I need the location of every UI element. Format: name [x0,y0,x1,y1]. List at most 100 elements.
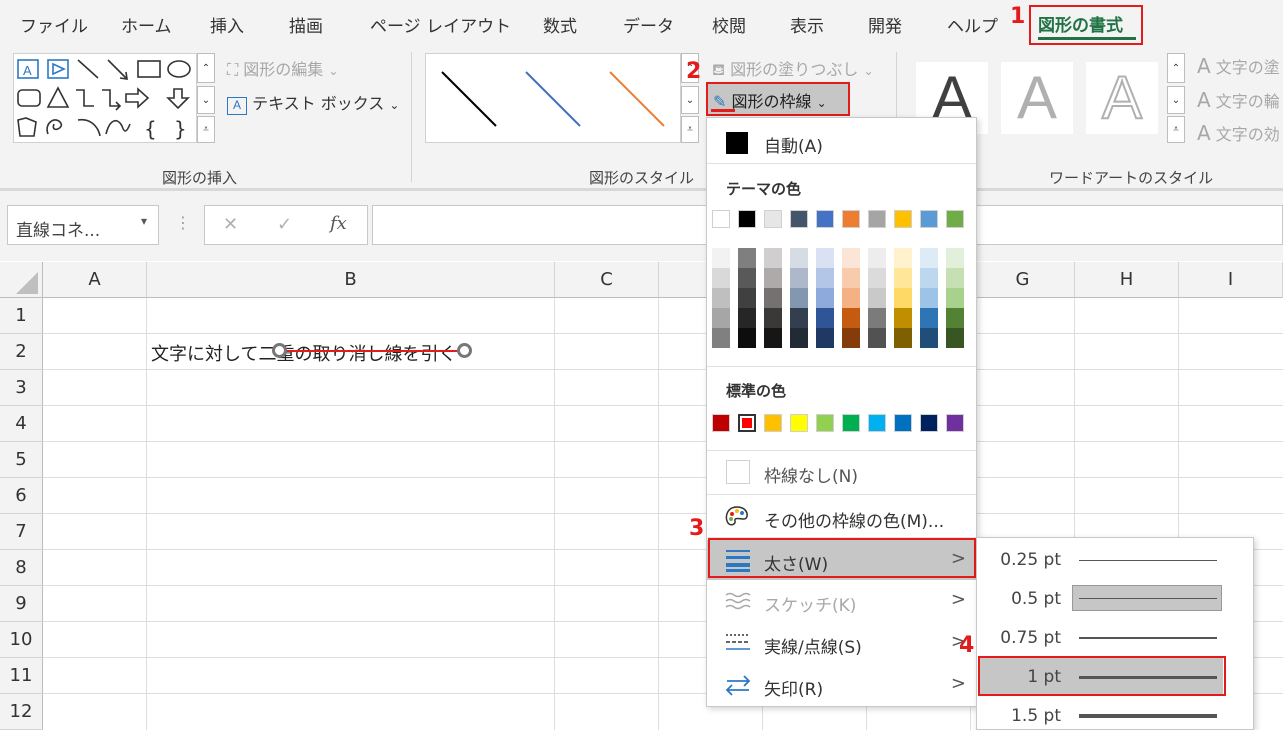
shape-fill-button[interactable]: ⛾ 図形の塗りつぶし ⌄ [712,56,874,81]
tab-help[interactable]: ヘルプ [947,12,998,37]
theme-shade-swatch[interactable] [712,248,730,268]
text-effects-button[interactable]: A 文字の効 [1197,121,1280,145]
theme-shade-swatch[interactable] [738,308,756,328]
wordart-scroll-up[interactable]: ⌃ [1167,53,1185,83]
standard-color-swatch[interactable] [712,414,730,432]
selected-line-shape[interactable] [279,350,465,352]
theme-shade-swatch[interactable] [894,268,912,288]
theme-color-swatch[interactable] [868,210,886,228]
standard-color-swatch[interactable] [738,414,756,432]
row-header-3[interactable]: 3 [0,370,43,406]
theme-color-swatch[interactable] [738,210,756,228]
theme-shade-swatch[interactable] [946,328,964,348]
shape-gallery[interactable]: A { } [13,53,197,143]
styles-scroll-down[interactable]: ⌄ [681,86,699,114]
theme-shade-swatch[interactable] [712,288,730,308]
tab-insert[interactable]: 挿入 [210,12,244,37]
theme-shade-swatch[interactable] [816,328,834,348]
row-header-6[interactable]: 6 [0,478,43,514]
theme-shade-swatch[interactable] [894,328,912,348]
theme-color-swatch[interactable] [790,210,808,228]
row-header-7[interactable]: 7 [0,514,43,550]
dashes-item[interactable]: 実線/点線(S) > [707,623,976,663]
row-header-12[interactable]: 12 [0,694,43,730]
standard-color-swatch[interactable] [764,414,782,432]
theme-color-swatch[interactable] [816,210,834,228]
name-box[interactable]: 直線コネ... ▾ [7,205,159,245]
theme-shade-swatch[interactable] [894,308,912,328]
more-outline-colors-item[interactable]: その他の枠線の色(M)... [707,497,976,537]
theme-shade-swatch[interactable] [946,248,964,268]
theme-color-swatch[interactable] [764,210,782,228]
theme-shade-swatch[interactable] [920,248,938,268]
theme-shade-swatch[interactable] [842,288,860,308]
wordart-more-button[interactable]: ⩡ [1167,116,1185,143]
theme-shade-swatch[interactable] [790,268,808,288]
theme-shade-swatch[interactable] [842,328,860,348]
tab-developer[interactable]: 開発 [868,12,902,37]
tab-formulas[interactable]: 数式 [543,12,577,37]
theme-shade-swatch[interactable] [790,288,808,308]
theme-shade-swatch[interactable] [842,248,860,268]
text-box-button[interactable]: A テキスト ボックス ⌄ [227,90,399,115]
row-header-5[interactable]: 5 [0,442,43,478]
gallery-more-button[interactable]: ⩡ [197,116,215,143]
standard-color-swatch[interactable] [894,414,912,432]
standard-color-swatch[interactable] [920,414,938,432]
theme-shade-swatch[interactable] [738,288,756,308]
shape-styles-gallery[interactable] [425,53,681,143]
column-header-i[interactable]: I [1179,262,1283,298]
drag-handle-icon[interactable]: ⋮ [175,213,191,232]
theme-shade-swatch[interactable] [790,308,808,328]
theme-shade-swatch[interactable] [842,268,860,288]
select-all-corner[interactable] [0,262,43,298]
theme-shade-swatch[interactable] [816,248,834,268]
row-header-4[interactable]: 4 [0,406,43,442]
tab-data[interactable]: データ [623,12,674,37]
theme-shade-swatch[interactable] [764,308,782,328]
column-header-c[interactable]: C [555,262,659,298]
theme-color-swatch[interactable] [920,210,938,228]
tab-view[interactable]: 表示 [790,12,824,37]
column-header-a[interactable]: A [43,262,147,298]
text-outline-button[interactable]: A 文字の輪 [1197,88,1280,112]
row-header-9[interactable]: 9 [0,586,43,622]
theme-shade-swatch[interactable] [712,268,730,288]
wordart-style-3[interactable]: A [1086,62,1158,134]
theme-shade-swatch[interactable] [816,268,834,288]
theme-shade-swatch[interactable] [868,248,886,268]
automatic-color-item[interactable]: 自動(A) [707,122,976,162]
theme-shade-swatch[interactable] [868,268,886,288]
theme-shade-swatch[interactable] [946,308,964,328]
weight-option[interactable]: 0.75 pt [979,619,1223,657]
row-header-1[interactable]: 1 [0,298,43,334]
wordart-scroll-down[interactable]: ⌄ [1167,86,1185,114]
no-outline-item[interactable]: 枠線なし(N) [707,452,976,492]
tab-review[interactable]: 校閲 [712,12,746,37]
sketch-item[interactable]: スケッチ(K) > [707,581,976,621]
standard-color-swatch[interactable] [842,414,860,432]
tab-home[interactable]: ホーム [121,12,172,37]
theme-shade-swatch[interactable] [920,328,938,348]
edit-shape-button[interactable]: ⛶ 図形の編集 ⌄ [227,56,338,80]
theme-shade-swatch[interactable] [868,308,886,328]
theme-shade-swatch[interactable] [946,288,964,308]
weight-option[interactable]: 0.5 pt [979,580,1223,618]
theme-shade-swatch[interactable] [764,248,782,268]
styles-more-button[interactable]: ⩡ [681,116,699,143]
row-header-10[interactable]: 10 [0,622,43,658]
theme-shade-swatch[interactable] [790,328,808,348]
standard-color-swatch[interactable] [946,414,964,432]
theme-shade-swatch[interactable] [920,288,938,308]
standard-color-swatch[interactable] [816,414,834,432]
theme-shade-swatch[interactable] [894,288,912,308]
theme-color-swatch[interactable] [712,210,730,228]
tab-page-layout[interactable]: ページ レイアウト [370,12,511,37]
theme-color-swatch[interactable] [946,210,964,228]
tab-file[interactable]: ファイル [20,12,88,37]
text-fill-button[interactable]: A 文字の塗 [1197,54,1280,78]
enter-icon[interactable]: ✓ [277,214,292,235]
theme-shade-swatch[interactable] [738,248,756,268]
theme-shade-swatch[interactable] [764,288,782,308]
row-header-11[interactable]: 11 [0,658,43,694]
